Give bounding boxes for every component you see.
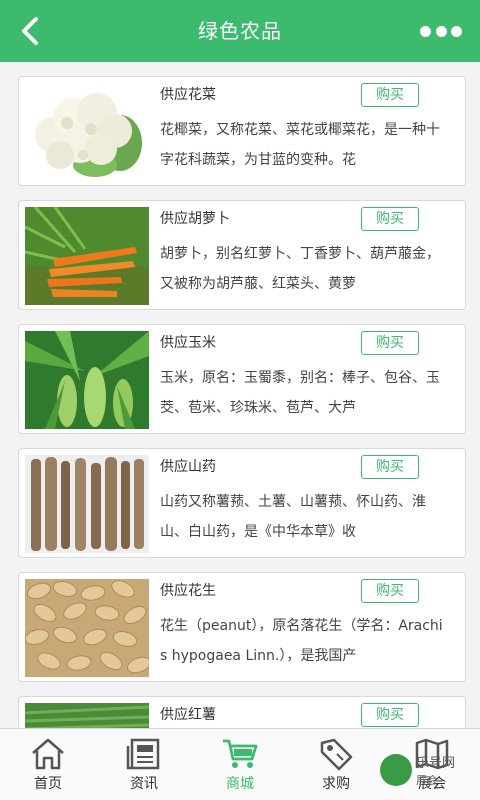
product-name: 供应红薯 <box>160 707 216 723</box>
product-card[interactable]: 供应花生 购买 花生（peanut），原名落花生（学名：Arachis hypo… <box>18 572 466 682</box>
more-dot-icon <box>420 25 431 37</box>
product-card[interactable]: 供应花菜 购买 花椰菜，又称花菜、菜花或椰菜花，是一种十字花科蔬菜，为甘蓝的变种… <box>18 76 466 186</box>
product-name: 供应玉米 <box>160 335 216 351</box>
watermark-text: 乐号网 <box>416 756 456 771</box>
product-description: 花生（peanut），原名落花生（学名：Arachis hypogaea Lin… <box>160 618 443 664</box>
product-card[interactable]: 供应玉米 购买 玉米，原名：玉蜀黍，别名：棒子、包谷、玉茭、苞米、珍珠米、苞芦、… <box>18 324 466 434</box>
product-description: 玉米，原名：玉蜀黍，别名：棒子、包谷、玉茭、苞米、珍珠米、苞芦、大芦 <box>160 370 440 416</box>
product-description: 胡萝卜，别名红萝卜、丁香萝卜、葫芦菔金，又被称为胡芦菔、红菜头、黄萝 <box>160 246 440 292</box>
product-card[interactable]: 供应红薯 购买 <box>18 696 466 728</box>
product-image-peanut <box>25 579 149 677</box>
product-card[interactable]: 供应胡萝卜 购买 胡萝卜，别名红萝卜、丁香萝卜、葫芦菔金，又被称为胡芦菔、红菜头… <box>18 200 466 310</box>
app-header: 绿色农品 <box>0 0 480 62</box>
tab-label: 资讯 <box>130 776 158 792</box>
more-dot-icon <box>435 25 447 37</box>
watermark: 乐号网 展会 <box>380 750 476 794</box>
product-image-yam <box>25 455 149 553</box>
product-name: 供应花生 <box>160 583 216 599</box>
product-list[interactable]: 供应花菜 购买 花椰菜，又称花菜、菜花或椰菜花，是一种十字花科蔬菜，为甘蓝的变种… <box>0 62 480 728</box>
product-name: 供应花菜 <box>160 87 216 103</box>
tab-label: 首页 <box>34 776 62 792</box>
buy-button[interactable]: 购买 <box>361 331 419 355</box>
tab-news[interactable]: 资讯 <box>96 729 192 800</box>
product-name: 供应胡萝卜 <box>160 211 230 227</box>
product-image-cauliflower <box>25 83 149 181</box>
page-title: 绿色农品 <box>198 19 282 43</box>
product-name: 供应山药 <box>160 459 216 475</box>
product-image-carrot <box>25 207 149 305</box>
tab-label: 商城 <box>226 776 254 792</box>
product-image-sweet-potato <box>25 703 149 728</box>
buy-button[interactable]: 购买 <box>361 579 419 603</box>
watermark-subtext: 展会 <box>416 774 438 787</box>
product-description: 花椰菜，又称花菜、菜花或椰菜花，是一种十字花科蔬菜，为甘蓝的变种。花 <box>160 122 440 168</box>
product-description: 山药又称薯蓣、土薯、山薯蓣、怀山药、淮山、白山药，是《中华本草》收 <box>160 494 426 540</box>
tab-home[interactable]: 首页 <box>0 729 96 800</box>
home-icon <box>32 738 64 770</box>
tag-icon <box>320 738 353 771</box>
more-menu-button[interactable] <box>420 22 462 40</box>
news-icon <box>126 738 160 770</box>
tab-shop[interactable]: 商城 <box>192 729 288 800</box>
buy-button[interactable]: 购买 <box>361 703 419 727</box>
buy-button[interactable]: 购买 <box>361 455 419 479</box>
tab-label: 求购 <box>322 776 350 792</box>
buy-button[interactable]: 购买 <box>361 207 419 231</box>
product-card[interactable]: 供应山药 购买 山药又称薯蓣、土薯、山薯蓣、怀山药、淮山、白山药，是《中华本草》… <box>18 448 466 558</box>
tab-purchase[interactable]: 求购 <box>288 729 384 800</box>
cart-icon <box>223 739 258 768</box>
watermark-logo-icon <box>380 754 412 786</box>
buy-button[interactable]: 购买 <box>361 83 419 107</box>
product-image-corn <box>25 331 149 429</box>
more-dot-icon <box>451 25 462 37</box>
